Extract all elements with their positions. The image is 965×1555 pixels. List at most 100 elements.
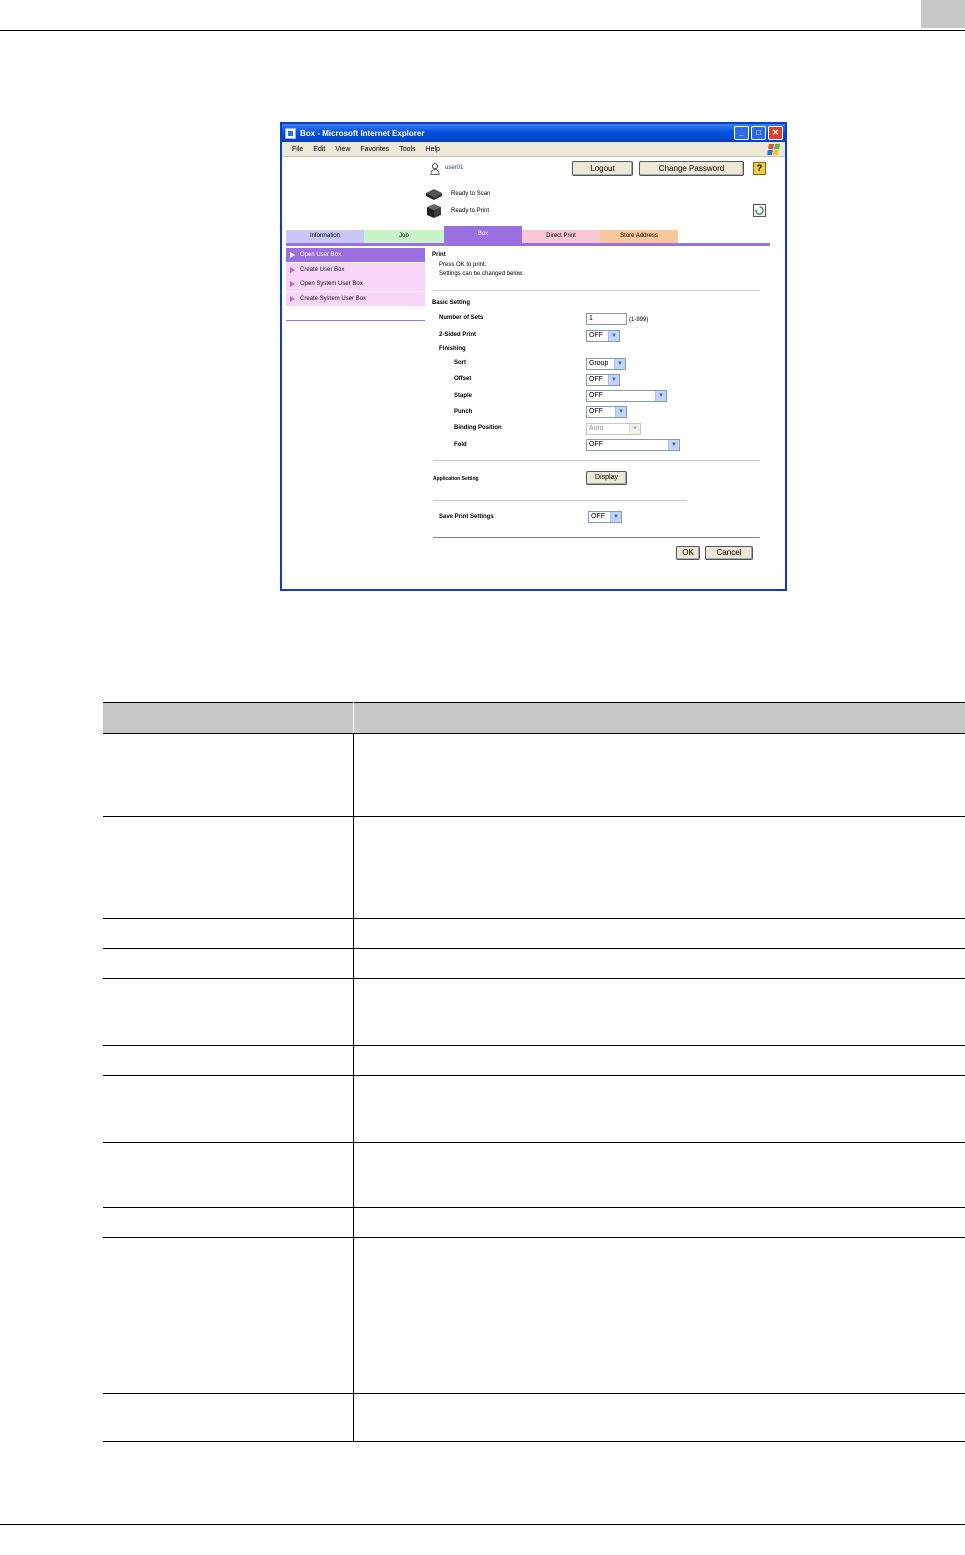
arrow-right-icon bbox=[290, 252, 295, 258]
tab-direct-print[interactable]: Direct Print bbox=[522, 230, 600, 243]
print-status: Ready to Print bbox=[451, 208, 490, 214]
table-header-item bbox=[103, 702, 354, 734]
tab-store-address[interactable]: Store Address bbox=[600, 230, 678, 243]
table-header-row bbox=[103, 702, 965, 734]
divider bbox=[433, 460, 760, 461]
table-header-description bbox=[353, 702, 965, 734]
menu-open-user-box[interactable]: Open User Box bbox=[286, 248, 425, 262]
number-of-sets-label: Number of Sets bbox=[439, 315, 484, 321]
minimize-button[interactable]: _ bbox=[734, 126, 749, 140]
scan-status: Ready to Scan bbox=[451, 191, 491, 197]
menu-tools[interactable]: Tools bbox=[399, 146, 415, 153]
tab-bar: Information Job Box Direct Print Store A… bbox=[286, 226, 678, 243]
binding-position-select: Auto ▼ bbox=[586, 423, 641, 435]
refresh-icon[interactable] bbox=[753, 204, 766, 217]
chevron-down-icon: ▼ bbox=[668, 440, 679, 450]
menu-favorites[interactable]: Favorites bbox=[360, 146, 389, 153]
ie-page-icon bbox=[285, 127, 296, 139]
maximize-button[interactable]: □ bbox=[751, 126, 766, 140]
menu-create-user-box[interactable]: Create User Box bbox=[286, 262, 425, 277]
select-value: OFF bbox=[589, 408, 603, 415]
menu-edit[interactable]: Edit bbox=[313, 146, 325, 153]
arrow-right-icon bbox=[290, 266, 295, 273]
menu-label: Open System User Box bbox=[300, 281, 363, 287]
menu-create-system-user-box[interactable]: Create System User Box bbox=[286, 291, 425, 306]
print-heading: Print bbox=[432, 252, 446, 258]
chevron-down-icon: ▼ bbox=[610, 512, 621, 522]
ok-button[interactable]: OK bbox=[676, 546, 700, 560]
menu-label: Create System User Box bbox=[300, 295, 367, 302]
save-print-settings-label: Save Print Settings bbox=[439, 514, 494, 520]
menu-file[interactable]: File bbox=[292, 146, 303, 153]
tab-job[interactable]: Job bbox=[364, 230, 444, 243]
chevron-down-icon: ▼ bbox=[629, 424, 640, 434]
table-row bbox=[103, 1075, 965, 1143]
table-row bbox=[103, 918, 965, 949]
tab-information[interactable]: Information bbox=[286, 230, 364, 243]
select-value: OFF bbox=[591, 513, 605, 520]
table-row bbox=[103, 1207, 965, 1238]
user-icon bbox=[430, 163, 440, 175]
help-icon[interactable]: ? bbox=[753, 162, 766, 175]
close-button[interactable]: ✕ bbox=[768, 126, 783, 140]
chevron-down-icon: ▼ bbox=[615, 407, 626, 417]
arrow-right-icon bbox=[290, 281, 295, 287]
cancel-button[interactable]: Cancel bbox=[705, 546, 753, 560]
table-row bbox=[103, 1142, 965, 1208]
offset-select[interactable]: OFF ▼ bbox=[586, 374, 620, 386]
settings-description-table bbox=[103, 702, 965, 1442]
select-value: Auto bbox=[589, 425, 604, 432]
scanner-icon bbox=[426, 189, 442, 200]
sort-select[interactable]: Group ▼ bbox=[586, 358, 626, 370]
change-password-button[interactable]: Change Password bbox=[639, 161, 744, 176]
chevron-down-icon: ▼ bbox=[614, 359, 625, 369]
save-print-settings-select[interactable]: OFF ▼ bbox=[588, 511, 622, 523]
chevron-down-icon: ▼ bbox=[608, 375, 619, 385]
number-of-sets-input[interactable]: 1 bbox=[586, 313, 627, 325]
user-name[interactable]: user01 bbox=[445, 165, 463, 171]
basic-setting-heading: Basic Setting bbox=[432, 300, 471, 306]
windows-logo-icon bbox=[767, 143, 780, 155]
fold-select[interactable]: OFF ▼ bbox=[586, 439, 680, 451]
tab-underline bbox=[286, 243, 770, 246]
binding-position-label: Binding Position bbox=[454, 425, 502, 431]
web-content: user01 Logout Change Password ? Ready to… bbox=[282, 157, 785, 589]
tab-box[interactable]: Box bbox=[444, 226, 522, 243]
finishing-label: Finishing bbox=[439, 346, 466, 352]
window-title: Box - Microsoft Internet Explorer bbox=[300, 128, 425, 138]
form-bottom-rule bbox=[433, 537, 760, 538]
punch-label: Punch bbox=[454, 409, 473, 415]
left-menu: Open User Box Create User Box Open Syste… bbox=[286, 248, 425, 321]
menu-label: Open User Box bbox=[300, 252, 342, 258]
menu-open-system-user-box[interactable]: Open System User Box bbox=[286, 277, 425, 291]
menu-label: Create User Box bbox=[300, 266, 345, 273]
chevron-down-icon: ▼ bbox=[608, 331, 619, 341]
offset-label: Offset bbox=[454, 376, 472, 382]
staple-label: Staple bbox=[454, 393, 473, 399]
page-bottom-rule bbox=[0, 1524, 965, 1525]
menu-help[interactable]: Help bbox=[426, 146, 440, 153]
settings-message: Settings can be changed below. bbox=[439, 271, 524, 277]
table-row bbox=[103, 1393, 965, 1442]
fold-label: Fold bbox=[454, 442, 467, 448]
page-top-rule bbox=[0, 30, 965, 31]
display-button[interactable]: Display bbox=[586, 471, 627, 485]
print-message: Press OK to print. bbox=[439, 262, 487, 268]
select-value: OFF bbox=[589, 392, 603, 399]
staple-select[interactable]: OFF ▼ bbox=[586, 390, 667, 402]
number-of-sets-range: (1-999) bbox=[629, 317, 649, 323]
title-bar: Box - Microsoft Internet Explorer _ □ ✕ bbox=[282, 124, 785, 142]
punch-select[interactable]: OFF ▼ bbox=[586, 406, 627, 418]
arrow-right-icon bbox=[290, 295, 295, 302]
select-value: OFF bbox=[589, 441, 603, 448]
left-menu-divider bbox=[286, 319, 425, 321]
chevron-down-icon: ▼ bbox=[655, 391, 666, 401]
table-row bbox=[103, 1237, 965, 1394]
logout-button[interactable]: Logout bbox=[572, 161, 633, 176]
two-sided-print-select[interactable]: OFF ▼ bbox=[586, 330, 620, 342]
two-sided-print-label: 2-Sided Print bbox=[439, 332, 477, 338]
divider bbox=[433, 500, 687, 501]
sort-label: Sort bbox=[454, 360, 466, 366]
menu-view[interactable]: View bbox=[335, 146, 350, 153]
application-setting-label: Application Setting bbox=[433, 476, 479, 482]
